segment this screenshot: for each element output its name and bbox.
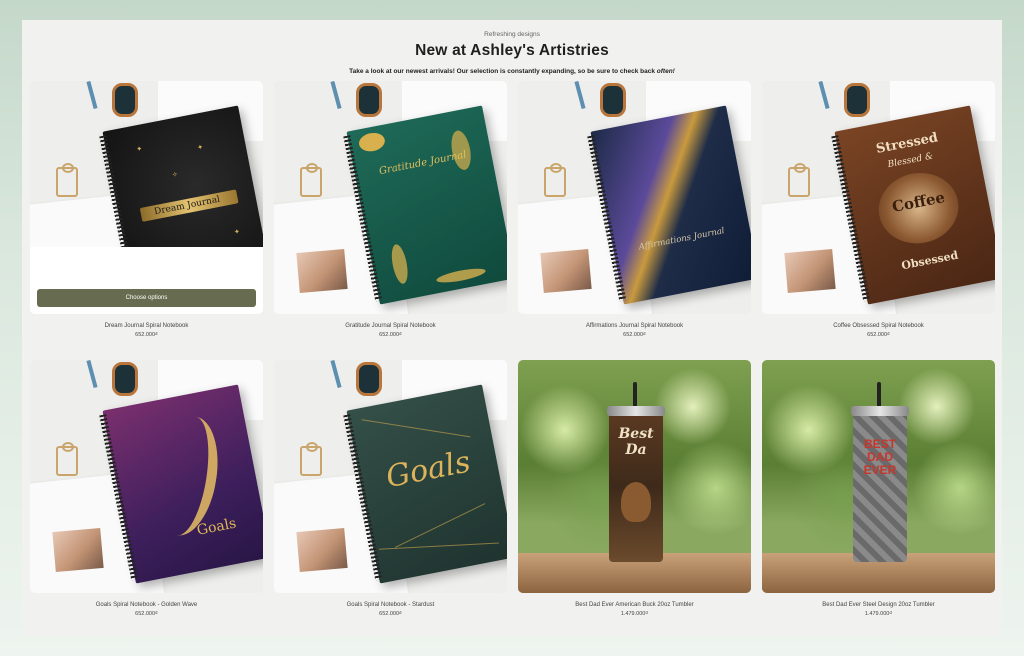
product-price: 1.479.000₫: [864, 611, 893, 617]
product-name[interactable]: Coffee Obsessed Spiral Notebook: [762, 323, 995, 329]
tumbler: BEST DAD EVER: [853, 412, 907, 562]
quick-add-overlay: Choose options: [30, 247, 263, 314]
product-image[interactable]: Stressed Blessed & Coffee Obsessed: [762, 81, 995, 314]
watch-prop: [356, 83, 382, 117]
product-card[interactable]: ✦✦ ✧✦ ✧ Dream Journal Choose options Dre…: [30, 81, 263, 338]
notebook-cover: Stressed Blessed & Coffee Obsessed: [834, 105, 995, 305]
cover-text: Dream Journal: [153, 194, 221, 218]
product-name[interactable]: Affirmations Journal Spiral Notebook: [518, 323, 751, 329]
product-image[interactable]: Gratitude Journal: [274, 81, 507, 314]
product-card[interactable]: Best Da Best Dad Ever American Buck 20oz…: [518, 360, 751, 617]
product-price: 652.000₫: [867, 332, 890, 338]
product-name[interactable]: Dream Journal Spiral Notebook: [30, 323, 263, 329]
tumbler-text: Best Da: [618, 426, 654, 458]
product-name[interactable]: Best Dad Ever Steel Design 20oz Tumbler: [762, 602, 995, 608]
watch-prop: [112, 362, 138, 396]
product-name[interactable]: Gratitude Journal Spiral Notebook: [274, 323, 507, 329]
subtitle-emphasis: often!: [656, 68, 675, 75]
section-title: New at Ashley's Artistries: [415, 42, 609, 59]
product-image[interactable]: ✦✦ ✧✦ ✧ Dream Journal Choose options: [30, 81, 263, 314]
deer-art: [621, 482, 651, 522]
notebook-cover: Goals: [346, 384, 507, 584]
tumbler-text: BEST DAD EVER: [863, 437, 897, 477]
product-card[interactable]: Stressed Blessed & Coffee Obsessed Coffe…: [762, 81, 995, 338]
product-card[interactable]: Gratitude Journal Gratitude Journal Spir…: [274, 81, 507, 338]
product-image[interactable]: Goals: [30, 360, 263, 593]
product-card[interactable]: Goals Goals Spiral Notebook - Golden Wav…: [30, 360, 263, 617]
product-image[interactable]: Best Da: [518, 360, 751, 593]
product-card[interactable]: Goals Goals Spiral Notebook - Stardust 6…: [274, 360, 507, 617]
product-price: 1.479.000₫: [620, 611, 649, 617]
product-price: 652.000₫: [379, 332, 402, 338]
cover-text-line-4: Obsessed: [900, 248, 960, 273]
product-price: 652.000₫: [135, 611, 158, 617]
notebook-cover: Goals: [102, 384, 263, 584]
watch-prop: [112, 83, 138, 117]
subtitle-text: Take a look at our newest arrivals! Our …: [349, 68, 655, 75]
section-eyebrow: Refreshing designs: [484, 31, 540, 38]
product-image[interactable]: Affirmations Journal: [518, 81, 751, 314]
product-price: 652.000₫: [623, 332, 646, 338]
product-card[interactable]: BEST DAD EVER Best Dad Ever Steel Design…: [762, 360, 995, 617]
watch-prop: [844, 83, 870, 117]
watch-prop: [356, 362, 382, 396]
notebook-cover: Affirmations Journal: [590, 105, 751, 305]
product-name[interactable]: Goals Spiral Notebook - Golden Wave: [30, 602, 263, 608]
new-arrivals-section: Refreshing designs New at Ashley's Artis…: [22, 20, 1002, 636]
watch-prop: [600, 83, 626, 117]
cover-text: Goals: [383, 444, 474, 496]
notebook-cover: Gratitude Journal: [346, 105, 507, 305]
product-card[interactable]: Affirmations Journal Affirmations Journa…: [518, 81, 751, 338]
product-name[interactable]: Best Dad Ever American Buck 20oz Tumbler: [518, 602, 751, 608]
product-image[interactable]: BEST DAD EVER: [762, 360, 995, 593]
product-name[interactable]: Goals Spiral Notebook - Stardust: [274, 602, 507, 608]
cover-text: Affirmations Journal: [637, 226, 726, 253]
tumbler: Best Da: [609, 412, 663, 562]
product-price: 652.000₫: [379, 611, 402, 617]
section-subtitle: Take a look at our newest arrivals! Our …: [22, 68, 1002, 75]
product-price: 652.000₫: [135, 332, 158, 338]
product-image[interactable]: Goals: [274, 360, 507, 593]
choose-options-button[interactable]: Choose options: [37, 289, 256, 307]
